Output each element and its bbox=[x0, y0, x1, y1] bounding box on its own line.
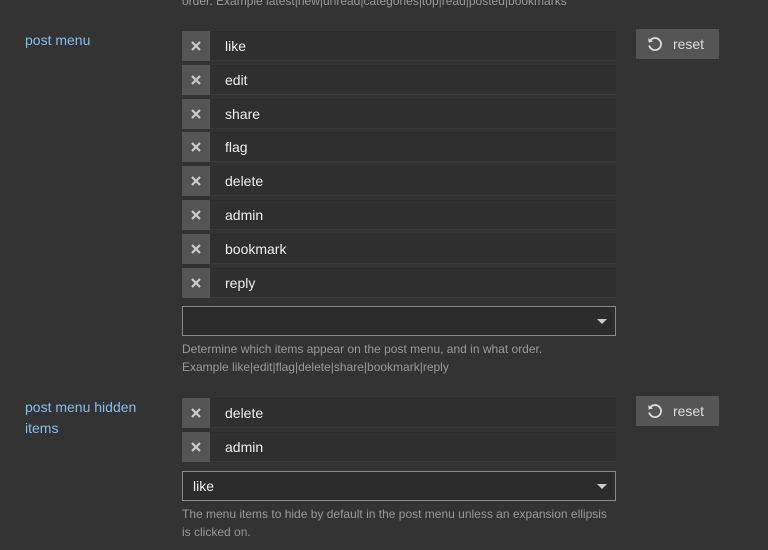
caret-down-icon bbox=[597, 319, 607, 324]
item-label: delete bbox=[211, 398, 616, 428]
close-icon bbox=[191, 176, 201, 186]
close-icon bbox=[191, 108, 201, 119]
reset-button-label: reset bbox=[672, 36, 705, 52]
setting-description: The menu items to hide by default in the… bbox=[182, 507, 607, 539]
item-label: delete bbox=[211, 166, 616, 197]
remove-item-button[interactable] bbox=[182, 166, 210, 197]
add-item-dropdown[interactable]: like bbox=[182, 471, 616, 501]
remove-item-button[interactable] bbox=[182, 64, 210, 95]
post-menu-item-list: like edit share flag delete admin bookma… bbox=[182, 31, 616, 301]
remove-item-button[interactable] bbox=[182, 98, 210, 129]
reset-button[interactable]: reset bbox=[636, 29, 719, 59]
remove-item-button[interactable] bbox=[182, 267, 210, 298]
remove-item-button[interactable] bbox=[182, 233, 210, 264]
remove-item-button[interactable] bbox=[182, 132, 210, 163]
remove-item-button[interactable] bbox=[182, 31, 210, 61]
remove-item-button[interactable] bbox=[182, 398, 210, 428]
list-item: reply bbox=[182, 267, 616, 298]
list-item: delete bbox=[182, 398, 616, 428]
close-icon bbox=[191, 41, 201, 51]
item-label: reply bbox=[211, 267, 616, 298]
item-label: bookmark bbox=[211, 233, 616, 264]
close-icon bbox=[191, 142, 201, 153]
close-icon bbox=[191, 244, 201, 254]
item-label: admin bbox=[211, 199, 616, 230]
item-label: like bbox=[211, 31, 616, 61]
add-item-dropdown[interactable] bbox=[182, 306, 616, 336]
list-item: flag bbox=[182, 132, 616, 163]
list-item: edit bbox=[182, 64, 616, 95]
remove-item-button[interactable] bbox=[182, 431, 210, 462]
caret-down-icon bbox=[597, 484, 607, 489]
dropdown-selected-value: like bbox=[193, 478, 215, 494]
description-line: Determine which items appear on the post… bbox=[182, 342, 543, 356]
setting-description: Determine which items appear on the post… bbox=[182, 340, 622, 376]
close-icon bbox=[191, 75, 201, 85]
item-label: edit bbox=[211, 64, 616, 95]
close-icon bbox=[191, 408, 201, 418]
item-label: flag bbox=[211, 132, 616, 163]
list-item: share bbox=[182, 98, 616, 129]
list-item: delete bbox=[182, 166, 616, 197]
list-item: bookmark bbox=[182, 233, 616, 264]
reset-button-label: reset bbox=[672, 403, 705, 419]
item-label: share bbox=[211, 98, 616, 129]
item-label: admin bbox=[211, 431, 616, 462]
previous-setting-description: order. Example latest|new|unread|categor… bbox=[182, 0, 567, 8]
setting-label-post-menu-hidden-items: post menu hidden items bbox=[25, 399, 137, 436]
list-item: like bbox=[182, 31, 616, 61]
remove-item-button[interactable] bbox=[182, 199, 210, 230]
undo-icon bbox=[648, 37, 662, 51]
description-line: Example like|edit|flag|delete|share|book… bbox=[182, 360, 449, 374]
setting-label-post-menu: post menu bbox=[25, 32, 91, 48]
reset-button[interactable]: reset bbox=[636, 396, 719, 426]
post-menu-hidden-item-list: delete admin bbox=[182, 398, 616, 466]
close-icon bbox=[191, 210, 201, 220]
close-icon bbox=[191, 442, 201, 452]
list-item: admin bbox=[182, 199, 616, 230]
undo-icon bbox=[648, 404, 662, 418]
list-item: admin bbox=[182, 431, 616, 462]
close-icon bbox=[191, 277, 201, 288]
